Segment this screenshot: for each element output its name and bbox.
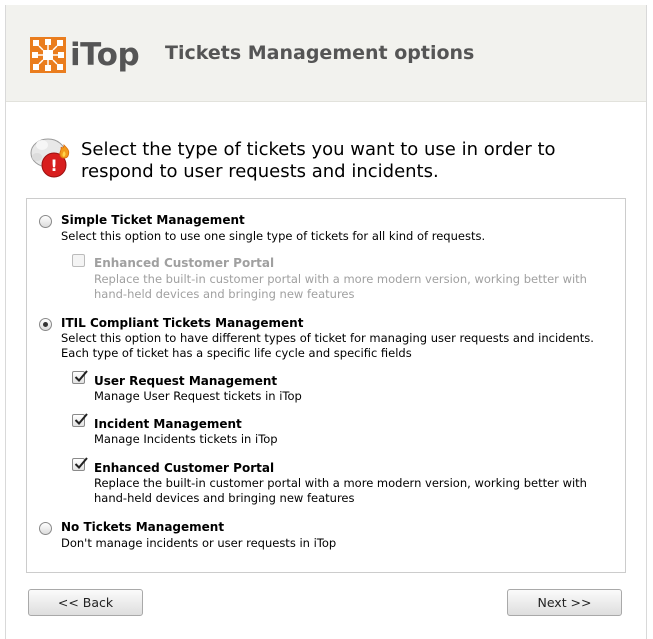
sub-option-title[interactable]: Incident Management (94, 417, 242, 431)
sub-option-title[interactable]: Enhanced Customer Portal (94, 461, 274, 475)
sub-option-description: Replace the built-in customer portal wit… (94, 476, 587, 490)
itop-logo: iTop (30, 35, 140, 75)
checkbox-user-request-management[interactable] (72, 370, 88, 384)
radio-simple-ticket-management[interactable] (39, 215, 52, 228)
checkmark-icon (74, 413, 88, 425)
radio-no-tickets-management[interactable] (39, 522, 52, 535)
question-fire-icon: ! (28, 135, 76, 181)
wizard-header: iTop Tickets Management options (6, 5, 646, 102)
radio-itil-tickets-management[interactable] (39, 318, 52, 331)
option-description: Select this option to have different typ… (61, 331, 594, 345)
next-button[interactable]: Next >> (507, 589, 622, 616)
setup-wizard-window: iTop Tickets Management options ! Select… (5, 5, 647, 639)
question-text: Select the type of tickets you want to u… (81, 139, 556, 182)
sub-option-title[interactable]: User Request Management (94, 374, 277, 388)
checkbox-incident-management[interactable] (72, 413, 88, 427)
sub-option-title: Enhanced Customer Portal (94, 256, 275, 270)
itop-logo-text: iTop (70, 37, 140, 73)
sub-option-description: Manage User Request tickets in iTop (94, 389, 302, 403)
option-title[interactable]: No Tickets Management (61, 520, 224, 534)
itop-logo-icon (30, 37, 66, 73)
page-title: Tickets Management options (165, 42, 475, 64)
option-title[interactable]: Simple Ticket Management (61, 213, 245, 227)
svg-text:!: ! (50, 156, 57, 175)
option-description: Each type of ticket has a specific life … (61, 346, 412, 360)
sub-option-description: hand-held devices and bringing new featu… (94, 287, 355, 301)
sub-option-description: Replace the built-in customer portal wit… (94, 272, 587, 286)
checkbox-itil-enhanced-portal[interactable] (72, 457, 88, 471)
option-title[interactable]: ITIL Compliant Tickets Management (61, 316, 303, 330)
option-description: Select this option to use one single typ… (61, 229, 486, 243)
checkmark-icon (74, 457, 88, 469)
option-description: Don't manage incidents or user requests … (61, 536, 337, 550)
ticket-options-panel: Simple Ticket Management Select this opt… (26, 198, 626, 573)
checkbox-simple-enhanced-portal[interactable] (72, 254, 85, 267)
sub-option-description: hand-held devices and bringing new featu… (94, 491, 355, 505)
checkmark-icon (74, 370, 88, 382)
sub-option-description: Manage Incidents tickets in iTop (94, 432, 278, 446)
back-button[interactable]: << Back (28, 589, 143, 616)
